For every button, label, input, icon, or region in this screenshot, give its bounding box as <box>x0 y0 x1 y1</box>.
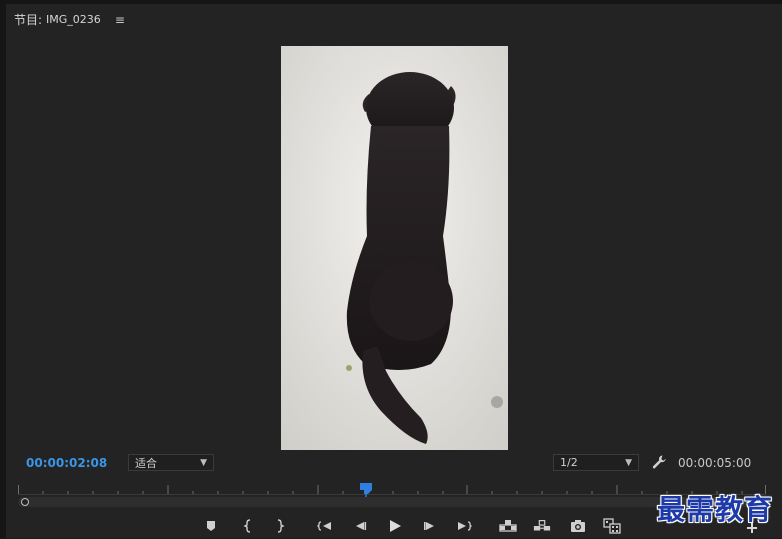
chevron-down-icon: ▼ <box>200 457 207 468</box>
extract-icon[interactable] <box>533 517 551 535</box>
mark-in-icon[interactable] <box>239 517 257 535</box>
duration-timecode: 00:00:05:00 <box>678 456 752 470</box>
step-forward-icon[interactable] <box>421 517 439 535</box>
playhead-marker[interactable] <box>360 483 372 497</box>
settings-wrench-icon[interactable] <box>651 454 667 470</box>
tab-sequence-name: IMG_0236 <box>46 13 101 26</box>
step-back-icon[interactable] <box>351 517 369 535</box>
resolution-dropdown[interactable]: 1/2 ▼ <box>553 454 639 471</box>
add-marker-icon[interactable] <box>202 517 220 535</box>
comparison-view-icon[interactable] <box>603 517 621 535</box>
time-ruler[interactable] <box>18 483 766 495</box>
program-viewer[interactable] <box>281 46 508 450</box>
panel-tab[interactable]: 节目: IMG_0236 ≡ <box>14 11 125 28</box>
current-timecode[interactable]: 00:00:02:08 <box>26 456 107 470</box>
chevron-down-icon: ▼ <box>625 457 632 468</box>
hamburger-menu-icon[interactable]: ≡ <box>115 13 125 27</box>
export-frame-icon[interactable] <box>569 517 587 535</box>
resolution-value: 1/2 <box>560 456 578 469</box>
zoom-scroll-handle[interactable] <box>21 498 29 506</box>
lift-icon[interactable] <box>499 517 517 535</box>
go-to-in-icon[interactable] <box>316 517 334 535</box>
fit-dropdown[interactable]: 适合 ▼ <box>128 454 214 471</box>
dog-photo <box>281 46 508 450</box>
play-icon[interactable] <box>386 517 404 535</box>
tab-prefix: 节目: <box>14 13 43 27</box>
button-editor-plus-icon[interactable] <box>745 520 759 534</box>
mark-out-icon[interactable] <box>271 517 289 535</box>
fit-value: 适合 <box>135 456 157 470</box>
zoom-scrollbar[interactable] <box>18 497 766 507</box>
go-to-out-icon[interactable] <box>455 517 473 535</box>
